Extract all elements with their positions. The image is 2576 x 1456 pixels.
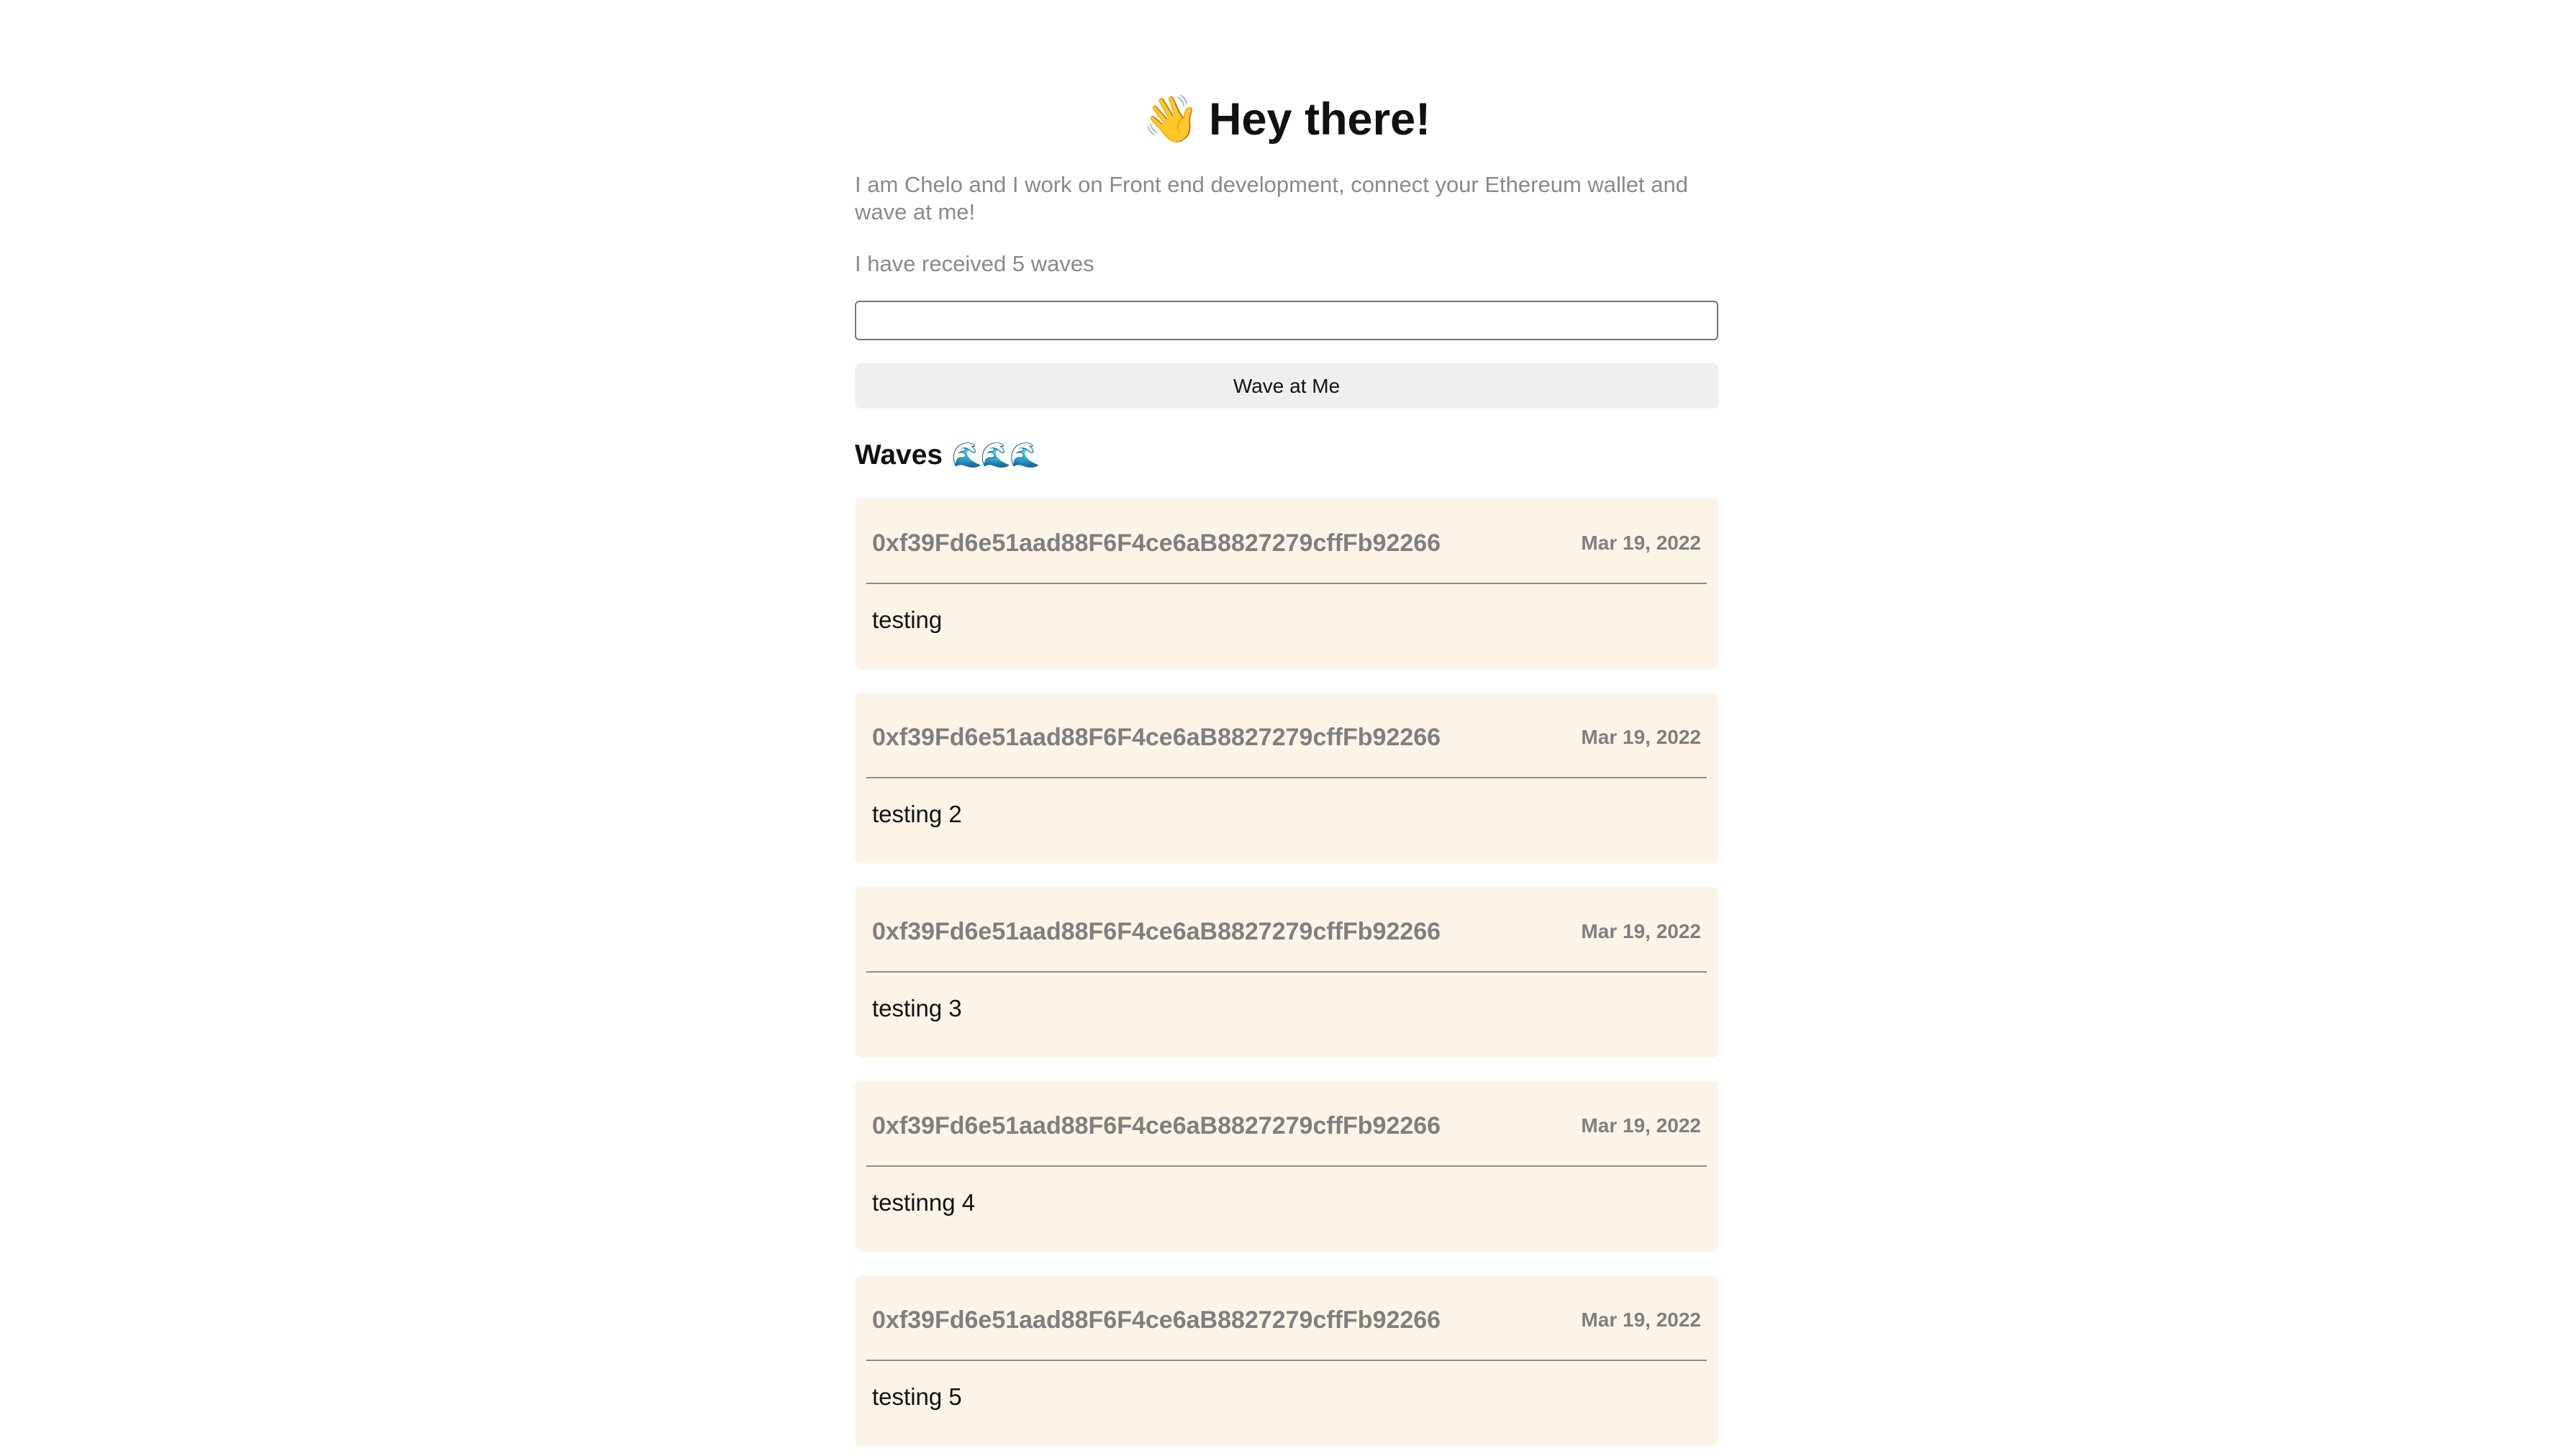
wave-message: testing 5	[872, 1383, 962, 1410]
wave-card: 0xf39Fd6e51aad88F6F4ce6aB8827279cffFb922…	[855, 693, 1718, 863]
page-header: 👋 Hey there!	[855, 85, 1718, 154]
wave-sender-address: 0xf39Fd6e51aad88F6F4ce6aB8827279cffFb922…	[872, 724, 1441, 751]
wave-card-divider	[866, 583, 1707, 584]
bio-text: I am Chelo and I work on Front end devel…	[855, 172, 1688, 224]
wave-card-divider	[866, 1360, 1707, 1361]
wave-message: testinng 4	[872, 1189, 976, 1216]
wave-sender-address: 0xf39Fd6e51aad88F6F4ce6aB8827279cffFb922…	[872, 529, 1441, 557]
waving-hand-icon: 👋	[1142, 93, 1200, 146]
wave-card: 0xf39Fd6e51aad88F6F4ce6aB8827279cffFb922…	[855, 1275, 1718, 1446]
wave-message: testing 2	[872, 801, 962, 827]
wave-date: Mar 19, 2022	[1581, 1309, 1701, 1331]
wave-date: Mar 19, 2022	[1581, 920, 1701, 942]
wave-card-header: 0xf39Fd6e51aad88F6F4ce6aB8827279cffFb922…	[872, 1306, 1701, 1334]
wave-message: testing 3	[872, 995, 962, 1022]
waves-title: Waves	[855, 440, 943, 470]
wave-count-text: I have received 5 waves	[855, 251, 1094, 276]
wave-card-divider	[866, 777, 1707, 778]
wave-card: 0xf39Fd6e51aad88F6F4ce6aB8827279cffFb922…	[855, 1081, 1718, 1252]
waves-heading: Waves 🌊🌊🌊	[855, 435, 1040, 476]
wave-sender-address: 0xf39Fd6e51aad88F6F4ce6aB8827279cffFb922…	[872, 918, 1441, 945]
wave-card-divider	[866, 971, 1707, 973]
wave-card: 0xf39Fd6e51aad88F6F4ce6aB8827279cffFb922…	[855, 499, 1718, 669]
wave-card-header: 0xf39Fd6e51aad88F6F4ce6aB8827279cffFb922…	[872, 917, 1701, 946]
wave-card-header: 0xf39Fd6e51aad88F6F4ce6aB8827279cffFb922…	[872, 529, 1701, 558]
wave-sender-address: 0xf39Fd6e51aad88F6F4ce6aB8827279cffFb922…	[872, 1112, 1441, 1139]
wave-card: 0xf39Fd6e51aad88F6F4ce6aB8827279cffFb922…	[855, 887, 1718, 1057]
wave-date: Mar 19, 2022	[1581, 1114, 1701, 1137]
wave-card-header: 0xf39Fd6e51aad88F6F4ce6aB8827279cffFb922…	[872, 723, 1701, 752]
wave-date: Mar 19, 2022	[1581, 532, 1701, 554]
wave-card-divider	[866, 1165, 1707, 1167]
wave-at-me-button[interactable]: Wave at Me	[855, 363, 1718, 409]
page-title: Hey there!	[1209, 94, 1431, 145]
wave-card-header: 0xf39Fd6e51aad88F6F4ce6aB8827279cffFb922…	[872, 1111, 1701, 1140]
message-input[interactable]	[855, 301, 1718, 340]
wave-message: testing	[872, 606, 943, 633]
wave-sender-address: 0xf39Fd6e51aad88F6F4ce6aB8827279cffFb922…	[872, 1306, 1441, 1334]
ocean-wave-icon: 🌊🌊🌊	[951, 441, 1040, 470]
wave-date: Mar 19, 2022	[1581, 726, 1701, 748]
